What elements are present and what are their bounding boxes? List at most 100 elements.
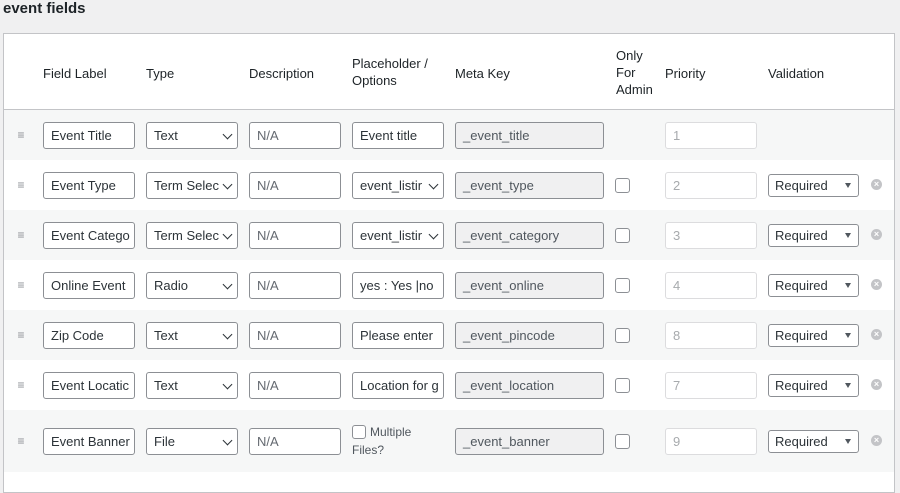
validation-select[interactable]: Required — [768, 430, 859, 453]
validation-value: Required — [775, 328, 828, 343]
col-only-for-admin: Only For Admin — [616, 47, 653, 98]
meta-key-input[interactable]: _event_category — [455, 222, 604, 249]
chevron-down-icon — [222, 229, 233, 240]
field-type-value: Term Selec — [154, 178, 220, 193]
options-select[interactable]: event_listir — [352, 222, 444, 249]
chevron-down-icon — [428, 229, 439, 240]
caret-down-icon — [845, 439, 851, 444]
drag-handle-icon[interactable]: ≡ — [16, 279, 26, 291]
field-label-input[interactable]: Zip Code — [43, 322, 135, 349]
admin-only-checkbox[interactable] — [615, 278, 630, 293]
options-select[interactable]: event_listir — [352, 172, 444, 199]
description-input[interactable]: N/A — [249, 222, 341, 249]
meta-key-input[interactable]: _event_title — [455, 122, 604, 149]
remove-icon[interactable]: × — [871, 229, 882, 240]
table-row: ≡ Event Type Term Selec N/A event_listir… — [4, 160, 894, 210]
caret-down-icon — [845, 183, 851, 188]
admin-only-checkbox[interactable] — [615, 178, 630, 193]
description-input[interactable]: N/A — [249, 372, 341, 399]
priority-input[interactable]: 9 — [665, 428, 757, 455]
meta-key-input[interactable]: _event_location — [455, 372, 604, 399]
priority-input[interactable]: 8 — [665, 322, 757, 349]
field-label-input[interactable]: Event Title — [43, 122, 135, 149]
validation-select[interactable]: Required — [768, 374, 859, 397]
priority-input[interactable]: 4 — [665, 272, 757, 299]
field-label-input[interactable]: Event Banner — [43, 428, 135, 455]
meta-key-input[interactable]: _event_banner — [455, 428, 604, 455]
caret-down-icon — [845, 333, 851, 338]
multiple-files-option: Multiple Files? — [352, 423, 411, 459]
chevron-down-icon — [428, 179, 439, 190]
col-field-label: Field Label — [43, 66, 107, 81]
admin-only-checkbox[interactable] — [615, 378, 630, 393]
field-type-select[interactable]: File — [146, 428, 238, 455]
field-type-select[interactable]: Term Selec — [146, 222, 238, 249]
col-placeholder-line1: Placeholder / — [352, 56, 428, 71]
field-label-input[interactable]: Event Catego — [43, 222, 135, 249]
remove-icon[interactable]: × — [871, 329, 882, 340]
field-type-select[interactable]: Text — [146, 122, 238, 149]
col-placeholder-line2: Options — [352, 73, 397, 88]
validation-select[interactable]: Required — [768, 224, 859, 247]
admin-only-checkbox[interactable] — [615, 328, 630, 343]
admin-only-checkbox[interactable] — [615, 228, 630, 243]
validation-select[interactable]: Required — [768, 324, 859, 347]
priority-input[interactable]: 1 — [665, 122, 757, 149]
priority-input[interactable]: 7 — [665, 372, 757, 399]
placeholder-input[interactable]: Location for g — [352, 372, 444, 399]
remove-icon[interactable]: × — [871, 279, 882, 290]
col-only-line3: Admin — [616, 82, 653, 97]
meta-key-input[interactable]: _event_pincode — [455, 322, 604, 349]
options-value: event_listir — [360, 178, 423, 193]
chevron-down-icon — [222, 379, 233, 390]
field-type-select[interactable]: Text — [146, 372, 238, 399]
field-label-input[interactable]: Event Type — [43, 172, 135, 199]
drag-handle-icon[interactable]: ≡ — [16, 129, 26, 141]
col-validation: Validation — [768, 66, 825, 81]
chevron-down-icon — [222, 329, 233, 340]
chevron-down-icon — [222, 129, 233, 140]
remove-icon[interactable]: × — [871, 179, 882, 190]
description-input[interactable]: N/A — [249, 428, 341, 455]
multiple-files-label-line1: Multiple — [370, 425, 412, 439]
description-input[interactable]: N/A — [249, 272, 341, 299]
priority-input[interactable]: 2 — [665, 172, 757, 199]
field-label-input[interactable]: Event Locatic — [43, 372, 135, 399]
drag-handle-icon[interactable]: ≡ — [16, 329, 26, 341]
drag-handle-icon[interactable]: ≡ — [16, 179, 26, 191]
field-type-value: Term Selec — [154, 228, 220, 243]
col-placeholder: Placeholder / Options — [352, 55, 428, 89]
validation-value: Required — [775, 278, 828, 293]
field-type-select[interactable]: Term Selec — [146, 172, 238, 199]
field-type-value: File — [154, 434, 175, 449]
meta-key-input[interactable]: _event_online — [455, 272, 604, 299]
validation-select[interactable]: Required — [768, 274, 859, 297]
placeholder-input[interactable]: Event title — [352, 122, 444, 149]
field-type-select[interactable]: Radio — [146, 272, 238, 299]
priority-input[interactable]: 3 — [665, 222, 757, 249]
field-label-input[interactable]: Online Event — [43, 272, 135, 299]
description-input[interactable]: N/A — [249, 172, 341, 199]
description-input[interactable]: N/A — [249, 122, 341, 149]
remove-icon[interactable]: × — [871, 435, 882, 446]
validation-value: Required — [775, 434, 828, 449]
chevron-down-icon — [222, 279, 233, 290]
admin-only-checkbox[interactable] — [615, 434, 630, 449]
drag-handle-icon[interactable]: ≡ — [16, 435, 26, 447]
meta-key-input[interactable]: _event_type — [455, 172, 604, 199]
drag-handle-icon[interactable]: ≡ — [16, 229, 26, 241]
description-input[interactable]: N/A — [249, 322, 341, 349]
col-only-line2: For — [616, 65, 636, 80]
col-only-line1: Only — [616, 48, 643, 63]
fields-table: Field Label Type Description Placeholder… — [3, 33, 895, 493]
options-input[interactable]: yes : Yes |no — [352, 272, 444, 299]
placeholder-input[interactable]: Please enter — [352, 322, 444, 349]
col-meta-key: Meta Key — [455, 66, 510, 81]
multiple-files-checkbox[interactable] — [352, 425, 366, 439]
multiple-files-label-line2: Files? — [352, 443, 385, 457]
table-row: ≡ Zip Code Text N/A Please enter _event_… — [4, 310, 894, 360]
remove-icon[interactable]: × — [871, 379, 882, 390]
drag-handle-icon[interactable]: ≡ — [16, 379, 26, 391]
field-type-select[interactable]: Text — [146, 322, 238, 349]
validation-select[interactable]: Required — [768, 174, 859, 197]
